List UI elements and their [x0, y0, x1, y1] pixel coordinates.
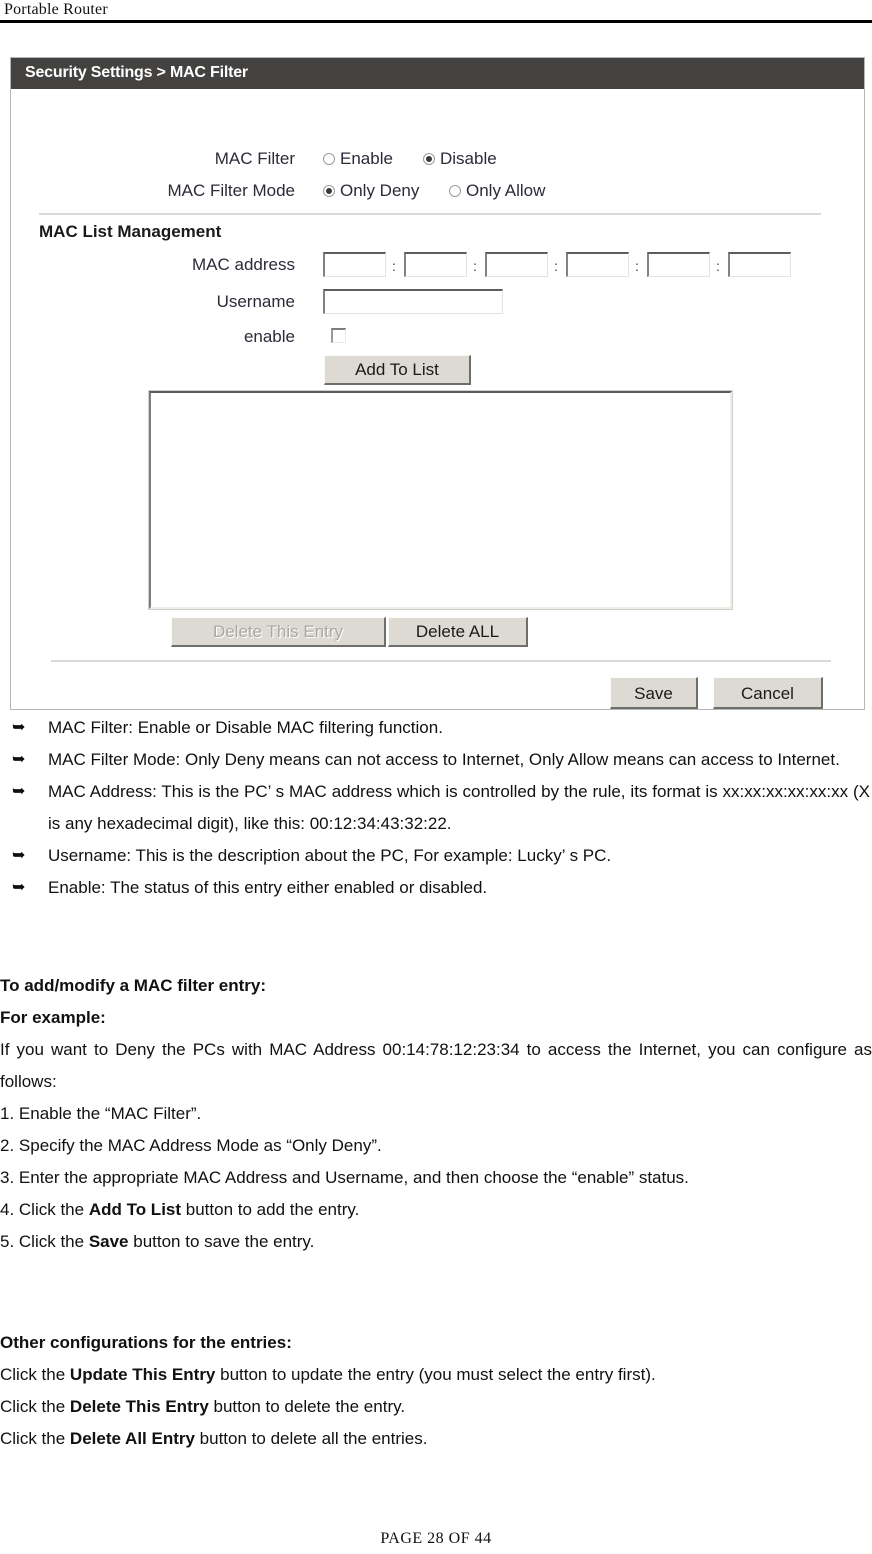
list-item: ➥ MAC Address: This is the PC’ s MAC add…	[0, 776, 872, 840]
mac-filter-mode-only-allow-option[interactable]: Only Allow	[449, 180, 545, 202]
bullet-arrow-icon: ➥	[12, 879, 26, 896]
other-config-line-2: Click the Delete This Entry button to de…	[0, 1391, 872, 1423]
step-5-button-name: Save	[88, 1232, 129, 1251]
mac-filter-mode-only-allow-label: Only Allow	[466, 181, 546, 200]
mac-octet-6-input[interactable]	[728, 252, 791, 277]
running-header-title: Portable Router	[4, 1, 108, 18]
bullet-arrow-icon: ➥	[12, 847, 26, 864]
mac-separator-5: :	[716, 258, 720, 274]
mac-octet-5-input[interactable]	[647, 252, 710, 277]
mac-filter-mode-only-deny-option[interactable]: Only Deny	[323, 180, 419, 202]
list-item-text: Username: This is the description about …	[48, 846, 612, 865]
other-configurations-heading: Other configurations for the entries:	[0, 1333, 292, 1352]
step-4-suffix: button to add the entry.	[181, 1200, 360, 1219]
mac-filter-mode-label: MAC Filter Mode	[167, 181, 295, 200]
breadcrumb: Security Settings > MAC Filter	[25, 64, 248, 81]
list-item-text: Enable: The status of this entry either …	[48, 878, 488, 897]
step-3: 3. Enter the appropriate MAC Address and…	[0, 1168, 689, 1187]
username-input[interactable]	[323, 289, 503, 314]
mac-filter-label: MAC Filter	[214, 149, 295, 168]
other-configurations-block: Other configurations for the entries: Cl…	[0, 1327, 872, 1455]
panel-header-bar: Security Settings > MAC Filter	[11, 58, 864, 89]
mac-entries-listbox[interactable]	[148, 390, 733, 610]
mac-separator-2: :	[473, 258, 477, 274]
bullet-arrow-icon: ➥	[12, 751, 26, 768]
mac-list-management-title: MAC List Management	[39, 222, 222, 241]
mac-separator-1: :	[392, 258, 396, 274]
page-footer: PAGE 28 OF 44	[380, 1530, 492, 1547]
line-3-button-name: Delete All Entry	[69, 1429, 195, 1448]
list-item-text: MAC Filter Mode: Only Deny means can not…	[48, 750, 840, 769]
list-item: ➥ Username: This is the description abou…	[0, 840, 872, 872]
router-ui-screenshot: Security Settings > MAC Filter MAC Filte…	[10, 57, 865, 710]
step-1: 1. Enable the “MAC Filter”.	[0, 1104, 202, 1123]
mac-filter-enable-label: Enable	[340, 149, 393, 168]
mac-filter-disable-label: Disable	[440, 149, 497, 168]
step-5: 5. Click the Save button to save the ent…	[0, 1226, 872, 1258]
delete-all-button[interactable]: Delete ALL	[388, 617, 528, 647]
line-2-prefix: Click the	[0, 1397, 70, 1416]
mac-filter-enable-option[interactable]: Enable	[323, 148, 393, 170]
instructions-intro: If you want to Deny the PCs with MAC Add…	[0, 1040, 872, 1091]
bullet-arrow-icon: ➥	[12, 719, 26, 736]
instructions-heading: To add/modify a MAC filter entry:	[0, 976, 267, 995]
other-config-line-3: Click the Delete All Entry button to del…	[0, 1423, 872, 1455]
save-button[interactable]: Save	[610, 677, 698, 709]
cancel-button[interactable]: Cancel	[713, 677, 823, 709]
delete-this-entry-button[interactable]: Delete This Entry	[171, 617, 386, 647]
for-example-label: For example:	[0, 1008, 106, 1027]
document-running-header: Portable Router	[0, 0, 872, 24]
panel-body: MAC Filter Enable Disable MAC Filter Mod…	[11, 89, 864, 709]
list-item: ➥ MAC Filter: Enable or Disable MAC filt…	[0, 712, 872, 744]
instructions-block: To add/modify a MAC filter entry: For ex…	[0, 970, 872, 1258]
list-item: ➥ Enable: The status of this entry eithe…	[0, 872, 872, 904]
step-5-suffix: button to save the entry.	[128, 1232, 315, 1251]
mac-filter-disable-radio[interactable]	[423, 153, 435, 165]
mac-filter-enable-radio[interactable]	[323, 153, 335, 165]
username-label: Username	[216, 292, 295, 311]
feature-bullet-list: ➥ MAC Filter: Enable or Disable MAC filt…	[0, 712, 872, 904]
step-4-prefix: 4. Click the	[0, 1200, 89, 1219]
section-divider-top	[39, 213, 821, 215]
mac-octet-3-input[interactable]	[485, 252, 548, 277]
mac-filter-mode-only-deny-label: Only Deny	[340, 181, 420, 200]
enable-checkbox[interactable]	[331, 328, 346, 343]
line-1-button-name: Update This Entry	[69, 1365, 216, 1384]
line-1-prefix: Click the	[0, 1365, 70, 1384]
step-4-button-name: Add To List	[88, 1200, 182, 1219]
step-5-prefix: 5. Click the	[0, 1232, 89, 1251]
mac-address-label: MAC address	[192, 255, 295, 274]
add-to-list-button[interactable]: Add To List	[324, 355, 471, 385]
mac-filter-mode-only-deny-radio[interactable]	[323, 185, 335, 197]
section-divider-bottom	[51, 660, 831, 662]
mac-octet-2-input[interactable]	[404, 252, 467, 277]
step-4: 4. Click the Add To List button to add t…	[0, 1194, 872, 1226]
list-item-text: MAC Address: This is the PC’ s MAC addre…	[48, 782, 870, 833]
list-item-text: MAC Filter: Enable or Disable MAC filter…	[48, 718, 443, 737]
step-2: 2. Specify the MAC Address Mode as “Only…	[0, 1136, 382, 1155]
mac-octet-4-input[interactable]	[566, 252, 629, 277]
line-3-prefix: Click the	[0, 1429, 70, 1448]
line-2-button-name: Delete This Entry	[69, 1397, 209, 1416]
mac-separator-4: :	[635, 258, 639, 274]
other-config-line-1: Click the Update This Entry button to up…	[0, 1359, 872, 1391]
line-3-suffix: button to delete all the entries.	[194, 1429, 428, 1448]
line-2-suffix: button to delete the entry.	[208, 1397, 406, 1416]
bullet-arrow-icon: ➥	[12, 783, 26, 800]
mac-filter-mode-only-allow-radio[interactable]	[449, 185, 461, 197]
mac-octet-1-input[interactable]	[323, 252, 386, 277]
header-rule	[0, 20, 872, 23]
mac-filter-disable-option[interactable]: Disable	[423, 148, 497, 170]
line-1-suffix: button to update the entry (you must sel…	[215, 1365, 656, 1384]
mac-separator-3: :	[554, 258, 558, 274]
enable-label: enable	[243, 327, 295, 346]
list-item: ➥ MAC Filter Mode: Only Deny means can n…	[0, 744, 872, 776]
